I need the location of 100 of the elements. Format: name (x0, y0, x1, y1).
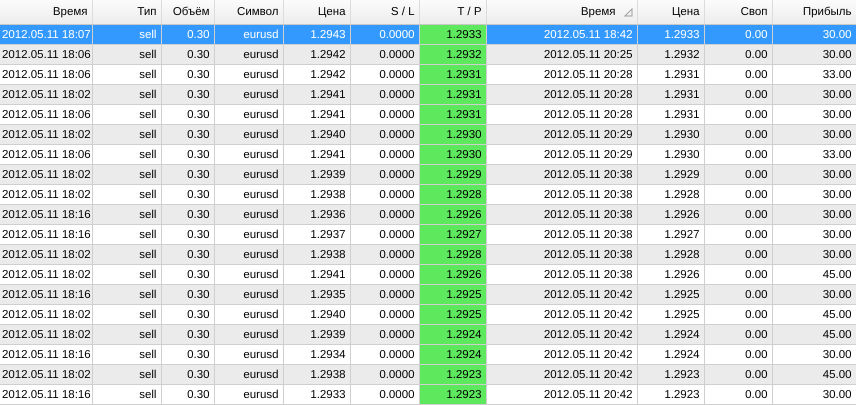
table-cell: 30.00 (772, 24, 856, 44)
column-header[interactable]: Объём (161, 0, 214, 24)
table-cell: sell (92, 264, 161, 284)
table-cell: 2012.05.11 18:02 (0, 124, 92, 144)
table-cell: 0.0000 (350, 44, 419, 64)
table-cell: eurusd (214, 224, 283, 244)
table-cell: 0.30 (161, 284, 214, 304)
table-cell: 0.0000 (350, 184, 419, 204)
table-cell: 0.00 (704, 384, 772, 404)
column-header[interactable]: Время (486, 0, 637, 24)
table-cell: 0.0000 (350, 64, 419, 84)
table-cell: eurusd (214, 324, 283, 344)
table-cell: 1.2926 (637, 264, 704, 284)
table-cell: 0.0000 (350, 304, 419, 324)
table-cell: 2012.05.11 20:28 (486, 104, 637, 124)
table-cell: 2012.05.11 18:02 (0, 324, 92, 344)
table-cell: 0.0000 (350, 244, 419, 264)
table-cell: eurusd (214, 204, 283, 224)
table-cell: 0.00 (704, 204, 772, 224)
column-header[interactable]: Символ (214, 0, 283, 24)
table-cell: sell (92, 224, 161, 244)
table-cell: 2012.05.11 18:16 (0, 284, 92, 304)
table-cell: 0.0000 (350, 204, 419, 224)
table-cell: sell (92, 344, 161, 364)
table-cell: 1.2938 (283, 184, 350, 204)
table-cell: 0.0000 (350, 124, 419, 144)
table-cell: 1.2939 (283, 324, 350, 344)
table-cell: 0.30 (161, 324, 214, 344)
table-cell: 2012.05.11 20:38 (486, 264, 637, 284)
table-cell: 1.2923 (419, 364, 486, 384)
column-header[interactable]: S / L (350, 0, 419, 24)
table-cell: 0.30 (161, 104, 214, 124)
table-cell: 1.2940 (283, 124, 350, 144)
table-cell: 0.00 (704, 124, 772, 144)
table-cell: 1.2938 (283, 244, 350, 264)
column-header[interactable]: T / P (419, 0, 486, 24)
column-header[interactable]: Прибыль (772, 0, 856, 24)
table-cell: 1.2930 (419, 144, 486, 164)
table-cell: 1.2927 (637, 224, 704, 244)
table-cell: 0.00 (704, 184, 772, 204)
table-cell: 0.30 (161, 264, 214, 284)
table-cell: 30.00 (772, 44, 856, 64)
table-cell: 2012.05.11 18:02 (0, 164, 92, 184)
table-cell: 0.0000 (350, 264, 419, 284)
table-cell: 45.00 (772, 304, 856, 324)
table-cell: 30.00 (772, 204, 856, 224)
table-cell: 30.00 (772, 104, 856, 124)
table-cell: 0.0000 (350, 84, 419, 104)
table-cell: 0.30 (161, 124, 214, 144)
table-cell: 2012.05.11 20:42 (486, 344, 637, 364)
table-cell: eurusd (214, 124, 283, 144)
table-cell: 1.2925 (419, 284, 486, 304)
table-cell: 1.2941 (283, 144, 350, 164)
table-cell: eurusd (214, 184, 283, 204)
table-cell: 30.00 (772, 344, 856, 364)
column-header[interactable]: Цена (283, 0, 350, 24)
table-cell: 1.2930 (637, 124, 704, 144)
table-cell: 33.00 (772, 144, 856, 164)
table-cell: 2012.05.11 18:02 (0, 244, 92, 264)
column-header[interactable]: Цена (637, 0, 704, 24)
column-header[interactable]: Время (0, 0, 92, 24)
table-cell: 0.30 (161, 64, 214, 84)
table-cell: eurusd (214, 144, 283, 164)
column-header[interactable]: Тип (92, 0, 161, 24)
table-cell: 1.2929 (419, 164, 486, 184)
table-cell: sell (92, 284, 161, 304)
table-cell: 1.2938 (283, 364, 350, 384)
table-cell: 1.2940 (283, 304, 350, 324)
table-cell: 0.0000 (350, 164, 419, 184)
column-header[interactable]: Своп (704, 0, 772, 24)
table-cell: 2012.05.11 20:29 (486, 144, 637, 164)
table-cell: 1.2933 (637, 24, 704, 44)
table-cell: 33.00 (772, 64, 856, 84)
table-cell: 1.2943 (283, 24, 350, 44)
table-cell: 2012.05.11 18:06 (0, 144, 92, 164)
table-cell: 2012.05.11 18:02 (0, 364, 92, 384)
table-cell: sell (92, 204, 161, 224)
table-cell: 2012.05.11 18:16 (0, 224, 92, 244)
table-cell: 45.00 (772, 324, 856, 344)
table-cell: eurusd (214, 44, 283, 64)
table-cell: 0.30 (161, 24, 214, 44)
table-cell: 30.00 (772, 84, 856, 104)
table-cell: 1.2924 (419, 344, 486, 364)
table-cell: sell (92, 104, 161, 124)
table-cell: 2012.05.11 20:38 (486, 204, 637, 224)
table-cell: 0.00 (704, 104, 772, 124)
table-cell: 2012.05.11 18:16 (0, 344, 92, 364)
sort-icon (624, 8, 632, 16)
table-cell: eurusd (214, 104, 283, 124)
table-cell: eurusd (214, 284, 283, 304)
table-cell: 0.30 (161, 384, 214, 404)
table-cell: sell (92, 304, 161, 324)
table-cell: 2012.05.11 18:02 (0, 84, 92, 104)
table-cell: 2012.05.11 18:16 (0, 204, 92, 224)
table-cell: 1.2924 (419, 324, 486, 344)
table-cell: sell (92, 84, 161, 104)
table-cell: eurusd (214, 164, 283, 184)
table-cell: 2012.05.11 18:06 (0, 44, 92, 64)
table-cell: 0.00 (704, 344, 772, 364)
table-cell: 0.00 (704, 324, 772, 344)
